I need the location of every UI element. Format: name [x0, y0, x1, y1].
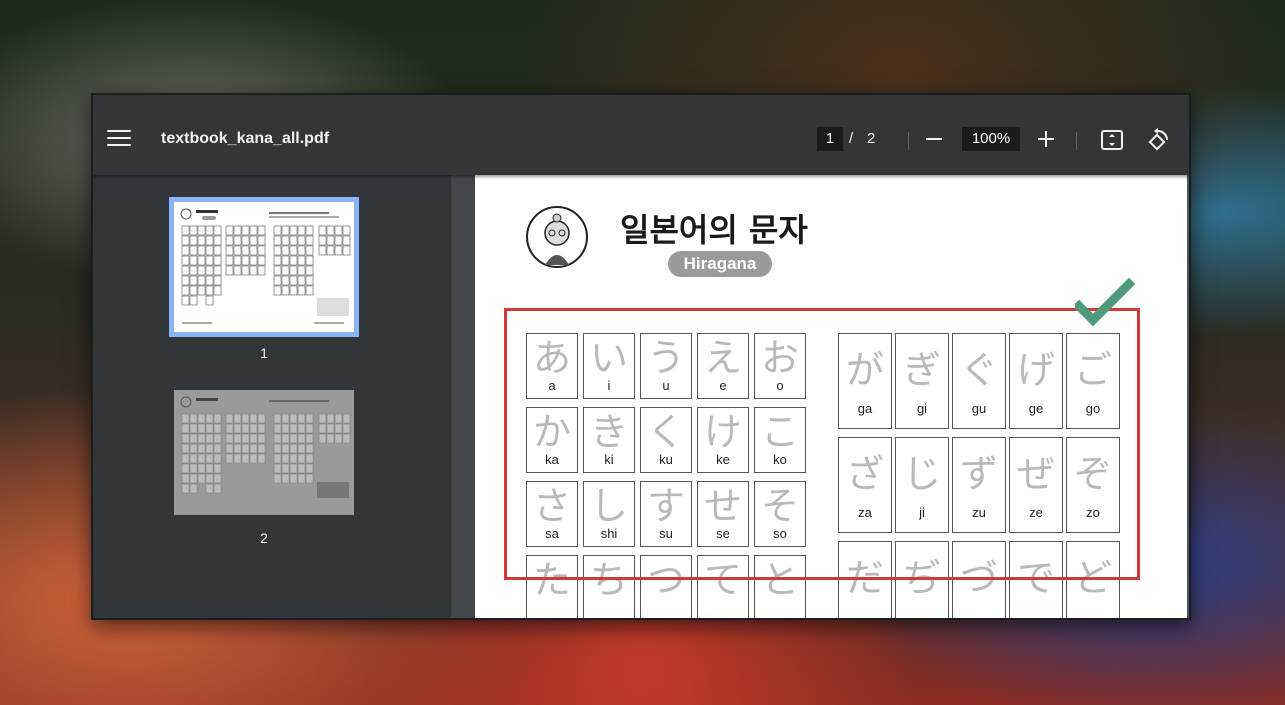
thumbnail-sheet: [174, 202, 354, 332]
document-viewport[interactable]: 일본어의 문자 Hiragana あ a い i う u え e お o か ka き ki く ku け ke こ…: [451, 175, 1189, 618]
fit-page-icon[interactable]: [1101, 130, 1123, 150]
total-pages: 2: [867, 130, 876, 147]
pdf-viewer-window: textbook_kana_all.pdf 1 / 2 100% 1 2 일본어…: [91, 93, 1191, 620]
highlight-box: [504, 308, 1140, 580]
plus-icon[interactable]: [1037, 130, 1055, 148]
character-avatar: [525, 205, 589, 269]
rotate-icon[interactable]: [1146, 128, 1170, 152]
minus-icon[interactable]: [925, 130, 943, 148]
toolbar: textbook_kana_all.pdf 1 / 2 100%: [93, 95, 1189, 175]
thumbnail-label: 2: [260, 530, 268, 546]
thumbnail-label: 1: [260, 345, 268, 361]
thumbnail-sheet: [174, 390, 354, 515]
file-name: textbook_kana_all.pdf: [161, 130, 330, 147]
checkmark-icon: [1072, 277, 1136, 328]
page-separator: /: [849, 130, 854, 147]
toolbar-divider: [908, 132, 909, 150]
toolbar-divider: [1076, 132, 1077, 150]
thumbnail-sidebar: 1 2: [93, 175, 451, 618]
zoom-level[interactable]: 100%: [962, 127, 1020, 151]
thumbnail-page-2[interactable]: [174, 390, 354, 515]
pdf-page: 일본어의 문자 Hiragana あ a い i う u え e お o か ka き ki く ku け ke こ…: [475, 175, 1187, 618]
page-title: 일본어의 문자: [620, 211, 808, 249]
hamburger-menu-icon[interactable]: [107, 130, 131, 150]
script-badge: Hiragana: [668, 251, 772, 277]
thumbnail-page-1[interactable]: [169, 197, 359, 337]
viewport-gutter: [451, 175, 475, 618]
page-number-input[interactable]: 1: [817, 127, 843, 151]
